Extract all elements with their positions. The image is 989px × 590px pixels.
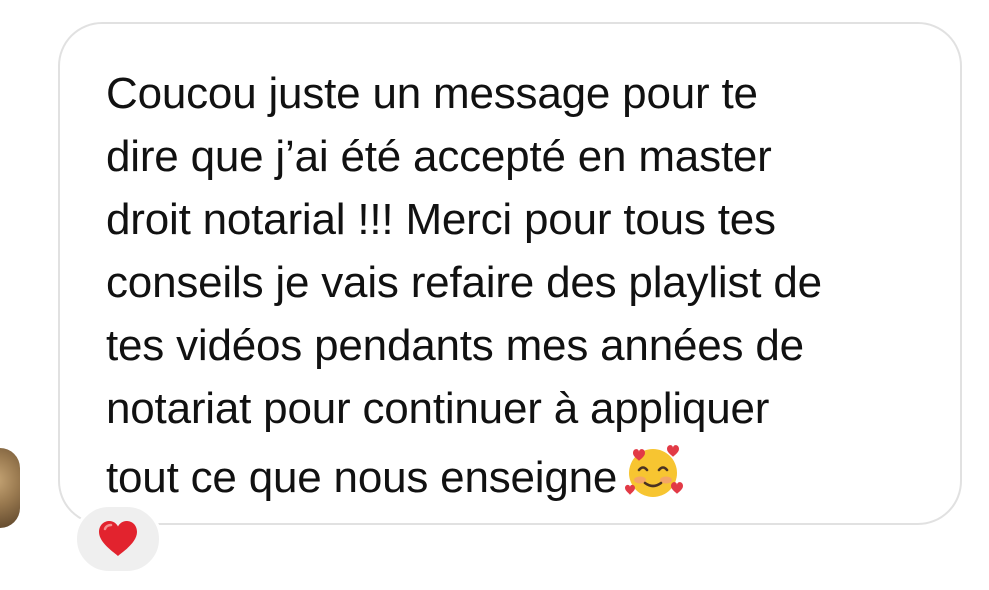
message-text: Coucou juste un message pour te dire que…	[106, 62, 936, 509]
message-line: tes vidéos pendants mes années de	[106, 321, 804, 370]
message-line: conseils je vais refaire des playlist de	[106, 258, 822, 307]
message-last-line: tout ce que nous enseigne	[106, 440, 936, 509]
message-line: Coucou juste un message pour te	[106, 69, 758, 118]
smiling-face-with-hearts-icon	[625, 445, 684, 497]
sender-avatar[interactable]	[0, 448, 20, 528]
message-line: notariat pour continuer à appliquer	[106, 384, 770, 433]
message-line: droit notarial !!! Merci pour tous tes	[106, 195, 776, 244]
message-line: dire que j’ai été accepté en master	[106, 132, 772, 181]
red-heart-icon	[99, 521, 137, 556]
message-bubble[interactable]: Coucou juste un message pour te dire que…	[58, 22, 962, 525]
message-line-text: tout ce que nous enseigne	[106, 453, 618, 502]
reaction-badge[interactable]	[74, 504, 162, 574]
